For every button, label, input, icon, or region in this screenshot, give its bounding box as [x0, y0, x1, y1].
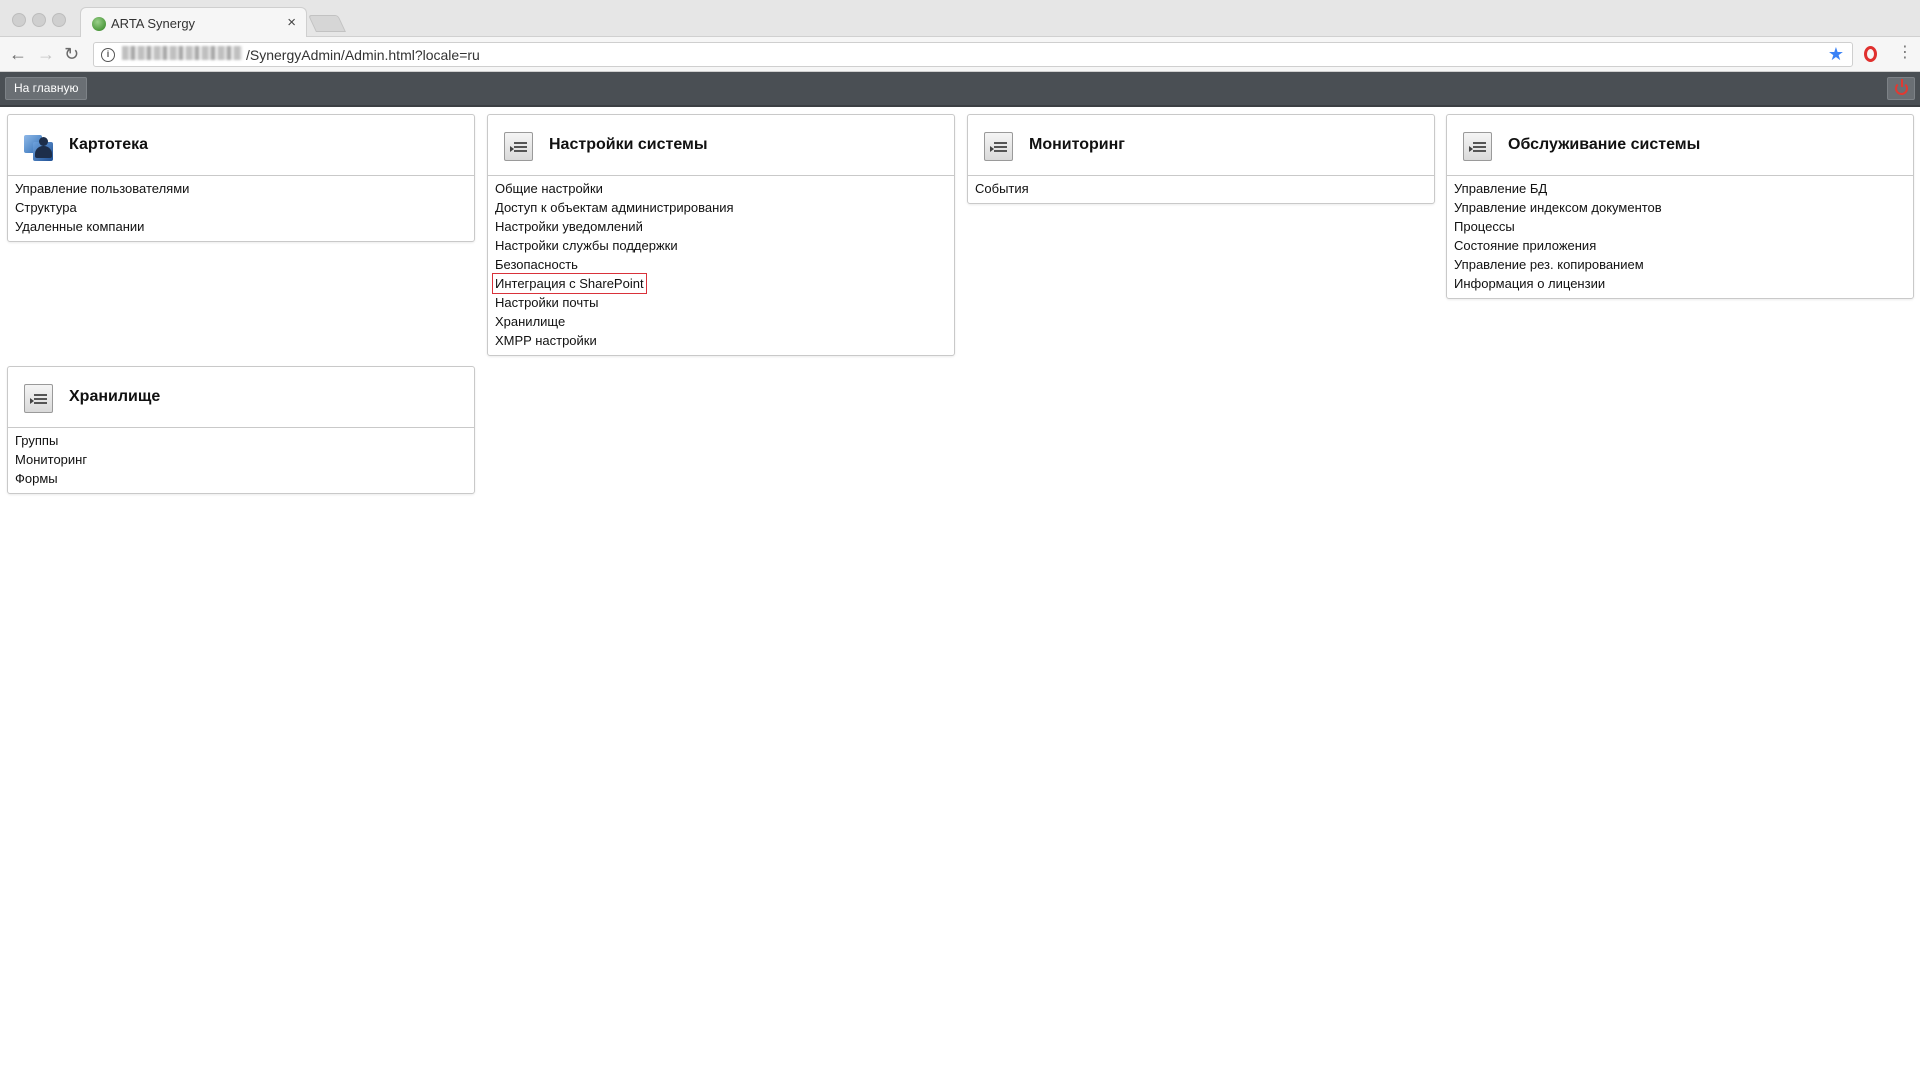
link-forms[interactable]: Формы	[15, 469, 58, 488]
panel-header: Настройки системы	[488, 115, 954, 176]
panel-title: Мониторинг	[1029, 136, 1125, 153]
window-minimize-control[interactable]	[32, 13, 46, 27]
link-notification-settings[interactable]: Настройки уведомлений	[495, 217, 643, 236]
panel-title: Настройки системы	[549, 136, 708, 153]
favicon-icon	[92, 17, 106, 31]
panel-title: Картотека	[69, 136, 149, 153]
reload-icon[interactable]: ↻	[64, 44, 79, 64]
panel-system-settings: Настройки системы Общие настройки Доступ…	[487, 114, 955, 356]
opera-extension-icon[interactable]	[1864, 46, 1877, 62]
window-close-control[interactable]	[12, 13, 26, 27]
panel-header: Обслуживание системы	[1447, 115, 1913, 176]
bookmark-star-icon[interactable]: ★	[1828, 44, 1844, 65]
link-general-settings[interactable]: Общие настройки	[495, 179, 603, 198]
document-list-icon	[1463, 132, 1492, 161]
panel-kartoteka: Картотека Управление пользователями Стру…	[7, 114, 475, 242]
home-button[interactable]: На главную	[5, 77, 88, 100]
panel-links: Управление пользователями Структура Удал…	[8, 176, 474, 241]
site-info-icon[interactable]: i	[101, 48, 115, 62]
new-tab-button[interactable]	[308, 15, 346, 32]
panel-header: Мониторинг	[968, 115, 1434, 176]
tab-close-icon[interactable]: ×	[287, 14, 296, 31]
link-sharepoint-integration[interactable]: Интеграция с SharePoint	[492, 273, 647, 294]
users-icon	[24, 132, 53, 161]
link-storage[interactable]: Хранилище	[495, 312, 565, 331]
link-mail-settings[interactable]: Настройки почты	[495, 293, 598, 312]
panel-system-maintenance: Обслуживание системы Управление БД Управ…	[1446, 114, 1914, 299]
panel-monitoring: Мониторинг События	[967, 114, 1435, 204]
link-admin-access[interactable]: Доступ к объектам администрирования	[495, 198, 734, 217]
link-db-management[interactable]: Управление БД	[1454, 179, 1547, 198]
panel-links: Управление БД Управление индексом докуме…	[1447, 176, 1913, 298]
link-groups[interactable]: Группы	[15, 431, 58, 450]
document-list-icon	[24, 384, 53, 413]
document-list-icon	[504, 132, 533, 161]
link-document-index[interactable]: Управление индексом документов	[1454, 198, 1662, 217]
panel-title: Обслуживание системы	[1508, 136, 1701, 153]
address-bar[interactable]: i /SynergyAdmin/Admin.html?locale=ru ★	[93, 42, 1853, 67]
back-icon[interactable]: ←	[9, 44, 27, 64]
url-host-blurred	[122, 46, 242, 60]
panel-links: События	[968, 176, 1434, 203]
panel-header: Картотека	[8, 115, 474, 176]
browser-tabbar: ARTA Synergy ×	[0, 0, 1920, 38]
panel-links: Группы Мониторинг Формы	[8, 428, 474, 493]
link-security[interactable]: Безопасность	[495, 255, 578, 274]
link-processes[interactable]: Процессы	[1454, 217, 1515, 236]
link-xmpp-settings[interactable]: XMPP настройки	[495, 331, 597, 350]
link-user-management[interactable]: Управление пользователями	[15, 179, 189, 198]
document-list-icon	[984, 132, 1013, 161]
window-zoom-control[interactable]	[52, 13, 66, 27]
panel-links: Общие настройки Доступ к объектам админи…	[488, 176, 954, 355]
link-backup-management[interactable]: Управление рез. копированием	[1454, 255, 1644, 274]
forward-icon[interactable]: →	[37, 44, 55, 64]
app-header: На главную	[0, 72, 1920, 107]
link-app-state[interactable]: Состояние приложения	[1454, 236, 1596, 255]
browser-menu-icon[interactable]: ⋮	[1897, 44, 1913, 62]
link-support-settings[interactable]: Настройки службы поддержки	[495, 236, 678, 255]
power-icon	[1895, 79, 1908, 95]
tab-title: ARTA Synergy	[111, 16, 196, 31]
logout-button[interactable]	[1887, 77, 1915, 100]
link-license-info[interactable]: Информация о лицензии	[1454, 274, 1605, 293]
link-structure[interactable]: Структура	[15, 198, 77, 217]
link-events[interactable]: События	[975, 179, 1029, 198]
browser-toolbar: ← → ↻ i /SynergyAdmin/Admin.html?locale=…	[0, 37, 1920, 72]
panel-storage: Хранилище Группы Мониторинг Формы	[7, 366, 475, 494]
link-deleted-companies[interactable]: Удаленные компании	[15, 217, 144, 236]
link-storage-monitoring[interactable]: Мониторинг	[15, 450, 87, 469]
browser-tab[interactable]: ARTA Synergy ×	[80, 7, 307, 38]
panel-header: Хранилище	[8, 367, 474, 428]
panel-title: Хранилище	[69, 388, 161, 405]
url-path: /SynergyAdmin/Admin.html?locale=ru	[246, 47, 480, 63]
